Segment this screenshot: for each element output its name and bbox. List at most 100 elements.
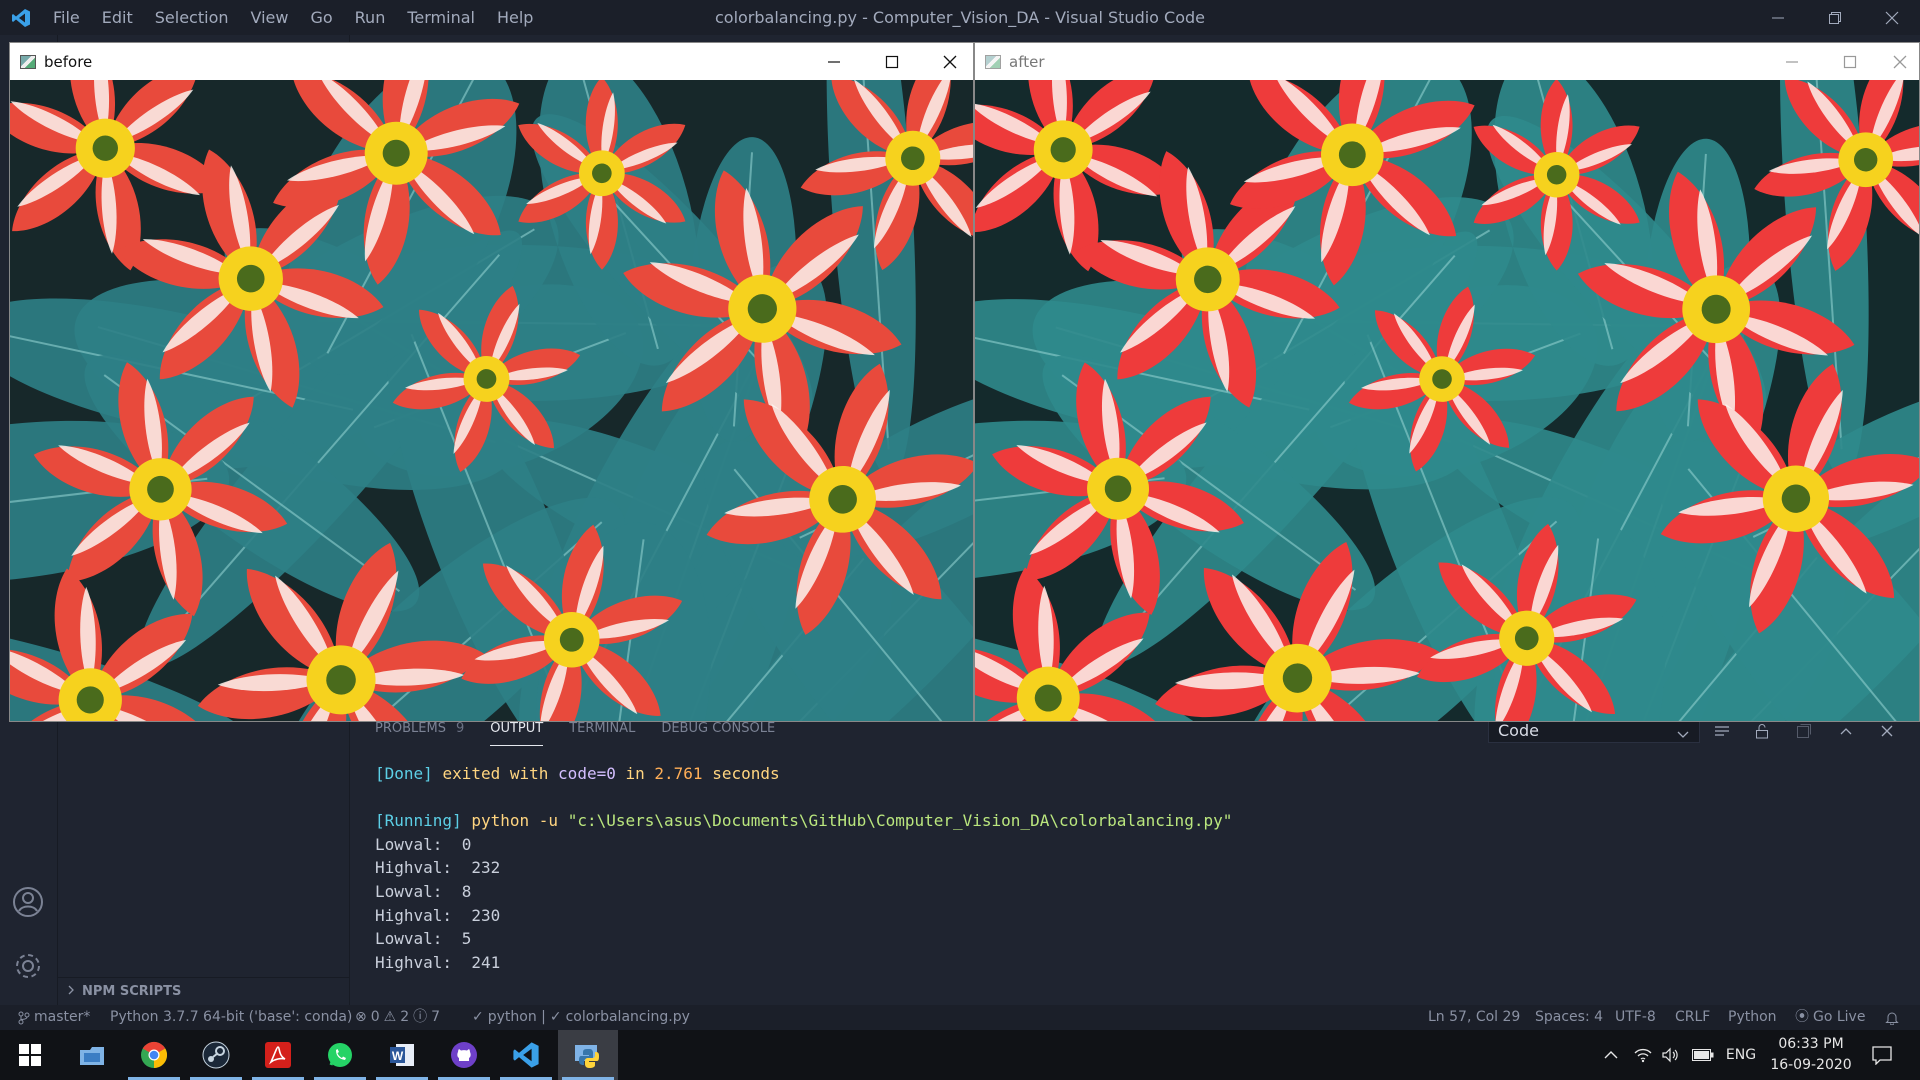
lock-scroll-button[interactable] xyxy=(1750,720,1774,742)
branch-indicator[interactable]: master* xyxy=(18,1005,90,1030)
close-icon xyxy=(1885,11,1899,24)
tray-clock[interactable]: 06:33 PM 16-09-2020 xyxy=(1768,1030,1854,1080)
gear-icon[interactable] xyxy=(12,950,44,986)
before-window-title: before xyxy=(44,52,93,71)
minimize-icon xyxy=(1772,17,1784,18)
file-explorer-icon xyxy=(80,1047,104,1065)
before-image-window[interactable]: before xyxy=(9,42,974,722)
error-count: 0 xyxy=(370,1009,380,1025)
taskbar-python[interactable] xyxy=(558,1030,618,1080)
taskbar-acrobat[interactable] xyxy=(248,1030,308,1080)
end-of-line[interactable]: CRLF xyxy=(1675,1005,1710,1030)
check-icon: ✓ xyxy=(549,1009,562,1025)
tray-overflow-button[interactable] xyxy=(1598,1030,1624,1080)
python-interpreter[interactable]: Python 3.7.7 64-bit ('base': conda) xyxy=(110,1005,352,1030)
output-line: Lowval: 8 xyxy=(375,881,472,901)
word-icon: W xyxy=(390,1044,414,1066)
linter-python: python | xyxy=(487,1009,546,1025)
before-close-button[interactable] xyxy=(921,43,979,80)
output-channel-select[interactable]: Code xyxy=(1488,719,1700,743)
maximize-panel-button[interactable] xyxy=(1834,720,1858,742)
chevron-up-icon xyxy=(1840,728,1852,735)
language-mode[interactable]: Python xyxy=(1728,1005,1777,1030)
after-close-button[interactable] xyxy=(1871,43,1920,80)
tulip-photo xyxy=(975,80,1919,721)
git-branch-icon xyxy=(18,1011,30,1024)
after-window-titlebar[interactable]: after xyxy=(975,43,1919,80)
go-live-label: Go Live xyxy=(1813,1009,1866,1025)
clock-date: 16-09-2020 xyxy=(1770,1057,1852,1073)
info-count: 7 xyxy=(431,1009,441,1025)
clear-output-button[interactable] xyxy=(1710,720,1734,742)
problems-indicator[interactable]: ⊗ 0 ⚠ 2 ⓘ 7 xyxy=(355,1005,440,1030)
minimize-button[interactable] xyxy=(1750,0,1806,35)
check-icon: ✓ xyxy=(472,1009,484,1025)
indentation[interactable]: Spaces: 4 xyxy=(1535,1005,1603,1030)
output-line: Lowval: 0 xyxy=(375,834,472,854)
taskbar-github-desktop[interactable] xyxy=(434,1030,494,1080)
interpreter-label: Python 3.7.7 64-bit ('base': conda) xyxy=(110,1009,353,1025)
lock-icon xyxy=(1756,724,1768,739)
bottom-panel: PROBLEMS 9 OUTPUT TERMINAL DEBUG CONSOLE … xyxy=(350,714,1920,1005)
maximize-icon xyxy=(1843,55,1857,68)
taskbar-vscode[interactable] xyxy=(496,1030,556,1080)
title-bar: File Edit Selection View Go Run Terminal… xyxy=(0,0,1920,35)
output-line: Highval: 241 xyxy=(375,952,501,972)
after-minimize-button[interactable] xyxy=(1763,43,1821,80)
output-log: [Done] exited with code=0 in 2.761 secon… xyxy=(375,762,1232,974)
go-live-button[interactable]: ⦿ Go Live xyxy=(1795,1005,1865,1030)
before-window-titlebar[interactable]: before xyxy=(10,43,973,80)
menu-view[interactable]: View xyxy=(240,0,300,35)
tray-network[interactable] xyxy=(1630,1030,1656,1080)
taskbar-steam[interactable] xyxy=(186,1030,246,1080)
menu-file[interactable]: File xyxy=(42,0,91,35)
before-minimize-button[interactable] xyxy=(805,43,863,80)
menu-run[interactable]: Run xyxy=(344,0,397,35)
menu-edit[interactable]: Edit xyxy=(91,0,144,35)
taskbar-word[interactable]: W xyxy=(372,1030,432,1080)
open-log-button[interactable] xyxy=(1792,720,1816,742)
chevron-down-icon xyxy=(1677,724,1689,746)
clock: 06:33 PM 16-09-2020 xyxy=(1770,1034,1851,1076)
accounts-icon[interactable] xyxy=(12,886,44,922)
tray-battery[interactable] xyxy=(1688,1030,1718,1080)
close-icon xyxy=(1881,725,1893,737)
start-button[interactable] xyxy=(0,1030,60,1080)
vscode-logo-icon[interactable] xyxy=(0,0,42,35)
linter-status[interactable]: ✓ python | ✓ colorbalancing.py xyxy=(472,1005,690,1030)
npm-scripts-section[interactable]: NPM SCRIPTS xyxy=(58,977,350,1005)
taskbar-whatsapp[interactable] xyxy=(310,1030,370,1080)
menu-terminal[interactable]: Terminal xyxy=(396,0,486,35)
action-center-button[interactable] xyxy=(1862,1030,1902,1080)
minimize-icon xyxy=(828,60,840,63)
wifi-icon xyxy=(1634,1048,1652,1063)
tab-label: OUTPUT xyxy=(490,721,544,736)
after-window-title: after xyxy=(1009,52,1045,71)
output-line: Highval: 230 xyxy=(375,905,501,925)
battery-icon xyxy=(1692,1049,1714,1061)
close-button[interactable] xyxy=(1864,0,1920,35)
tray-language[interactable]: ENG xyxy=(1720,1030,1762,1080)
before-maximize-button[interactable] xyxy=(863,43,921,80)
open-log-icon xyxy=(1797,724,1811,738)
whatsapp-icon xyxy=(328,1043,352,1067)
close-panel-button[interactable] xyxy=(1875,720,1899,742)
clock-time: 06:33 PM xyxy=(1778,1036,1844,1052)
windows-taskbar: W ENG 06:33 PM 16-09-2020 xyxy=(0,1030,1920,1080)
info-icon: ⓘ xyxy=(413,1009,428,1025)
notifications-bell[interactable] xyxy=(1885,1005,1899,1030)
taskbar-file-explorer[interactable] xyxy=(62,1030,122,1080)
taskbar-chrome[interactable] xyxy=(124,1030,184,1080)
restore-button[interactable] xyxy=(1807,0,1863,35)
chevron-right-icon xyxy=(66,984,76,999)
cursor-position[interactable]: Ln 57, Col 29 xyxy=(1428,1005,1520,1030)
menu-go[interactable]: Go xyxy=(299,0,343,35)
output-line: Lowval: 5 xyxy=(375,929,472,949)
maximize-icon xyxy=(885,55,899,68)
file-encoding[interactable]: UTF-8 xyxy=(1615,1005,1656,1030)
tray-volume[interactable] xyxy=(1658,1030,1684,1080)
menu-selection[interactable]: Selection xyxy=(144,0,240,35)
branch-name: master* xyxy=(34,1009,91,1025)
after-image-window[interactable]: after xyxy=(974,42,1920,722)
menu-help[interactable]: Help xyxy=(486,0,544,35)
